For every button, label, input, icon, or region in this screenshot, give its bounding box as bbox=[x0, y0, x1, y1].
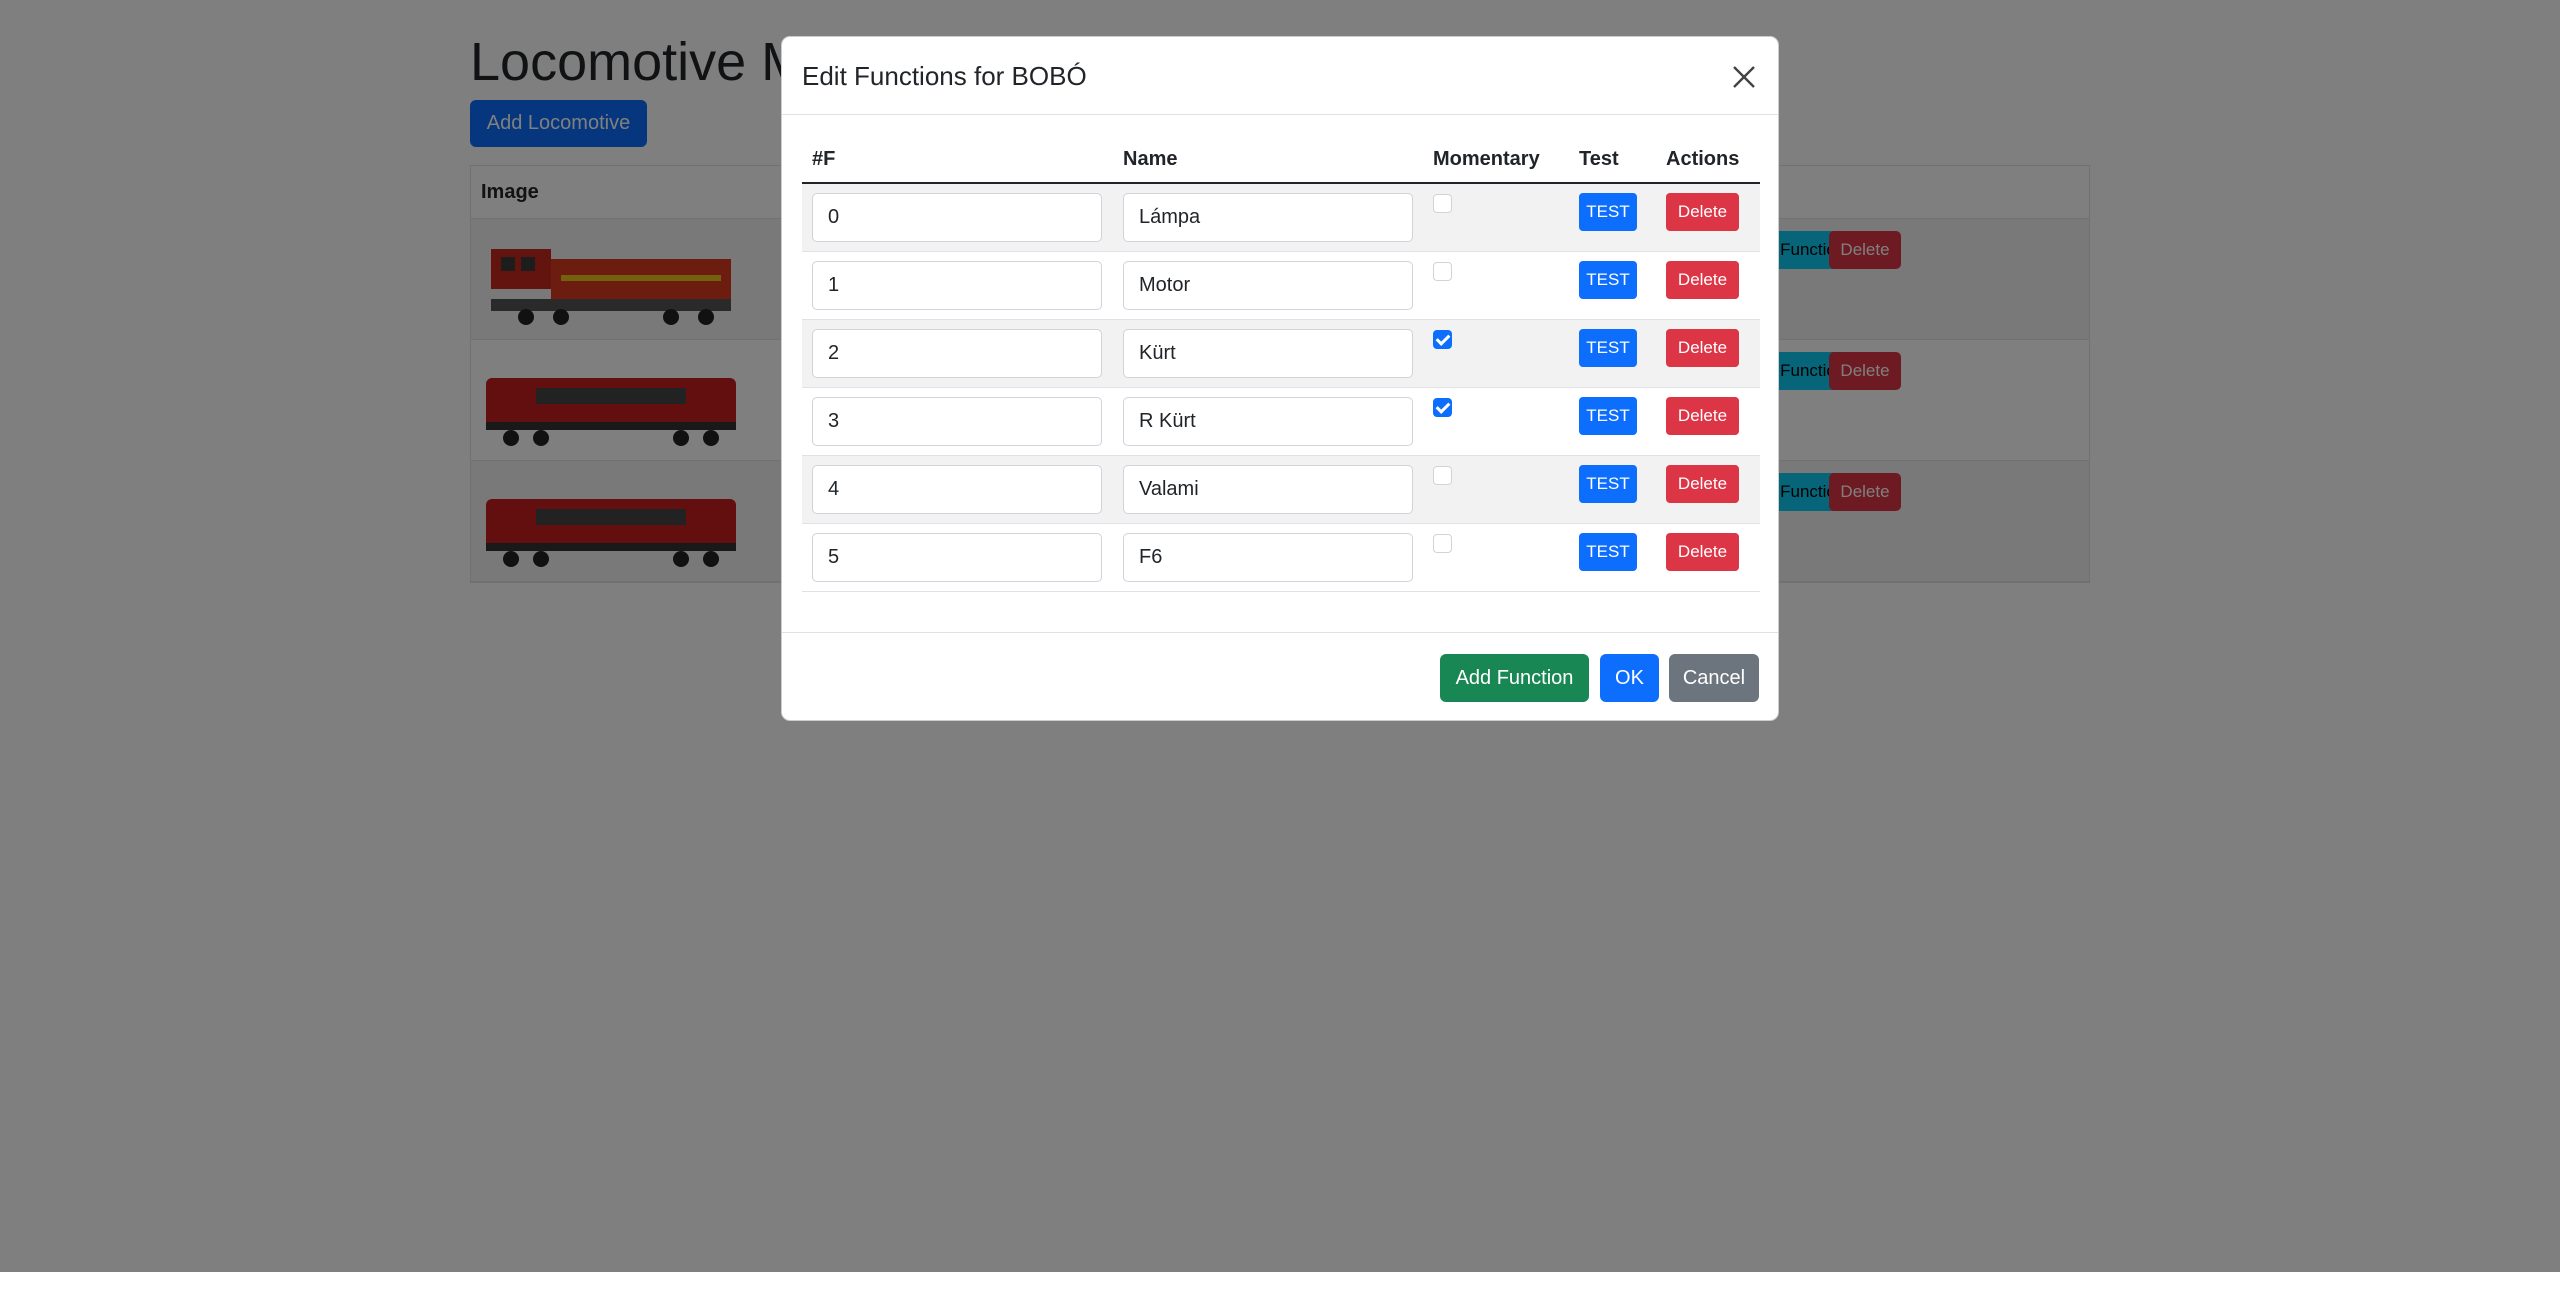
function-number-input[interactable] bbox=[812, 260, 1102, 310]
function-number-cell bbox=[802, 319, 1113, 388]
test-button[interactable]: TEST bbox=[1579, 261, 1637, 299]
function-name-cell bbox=[1113, 183, 1423, 252]
test-button[interactable]: TEST bbox=[1579, 397, 1637, 435]
column-header-test: Test bbox=[1569, 137, 1656, 184]
function-momentary-cell bbox=[1423, 319, 1569, 388]
function-name-input[interactable] bbox=[1123, 532, 1413, 582]
function-name-cell bbox=[1113, 319, 1423, 388]
function-name-cell bbox=[1113, 387, 1423, 456]
momentary-checkbox[interactable] bbox=[1433, 330, 1452, 349]
functions-table-body: TEST Delete TEST Delete TEST Delete TEST Delete… bbox=[802, 183, 1760, 592]
function-test-cell: TEST bbox=[1569, 455, 1656, 524]
momentary-checkbox[interactable] bbox=[1433, 466, 1452, 485]
function-actions-cell: Delete bbox=[1656, 523, 1760, 592]
cancel-button[interactable]: Cancel bbox=[1669, 654, 1759, 702]
function-actions-cell: Delete bbox=[1656, 251, 1760, 320]
delete-function-button[interactable]: Delete bbox=[1666, 261, 1739, 299]
column-header-momentary: Momentary bbox=[1423, 137, 1569, 184]
function-row: TEST Delete bbox=[802, 387, 1760, 456]
edit-functions-modal: Edit Functions for BOBÓ #F Name Momentar… bbox=[781, 36, 1779, 721]
modal-body: #F Name Momentary Test Actions TEST Delet… bbox=[802, 115, 1760, 592]
momentary-checkbox[interactable] bbox=[1433, 534, 1452, 553]
function-test-cell: TEST bbox=[1569, 319, 1656, 388]
function-number-cell bbox=[802, 251, 1113, 320]
function-momentary-cell bbox=[1423, 183, 1569, 252]
function-name-input[interactable] bbox=[1123, 192, 1413, 242]
function-test-cell: TEST bbox=[1569, 387, 1656, 456]
function-number-cell bbox=[802, 387, 1113, 456]
function-number-input[interactable] bbox=[812, 192, 1102, 242]
test-button[interactable]: TEST bbox=[1579, 329, 1637, 367]
function-actions-cell: Delete bbox=[1656, 455, 1760, 524]
functions-table: #F Name Momentary Test Actions TEST Delet… bbox=[802, 137, 1760, 592]
function-row: TEST Delete bbox=[802, 455, 1760, 524]
function-name-input[interactable] bbox=[1123, 328, 1413, 378]
function-name-cell bbox=[1113, 455, 1423, 524]
function-number-input[interactable] bbox=[812, 396, 1102, 446]
function-name-input[interactable] bbox=[1123, 464, 1413, 514]
function-test-cell: TEST bbox=[1569, 251, 1656, 320]
function-name-input[interactable] bbox=[1123, 396, 1413, 446]
modal-header: Edit Functions for BOBÓ bbox=[782, 37, 1778, 115]
test-button[interactable]: TEST bbox=[1579, 193, 1637, 232]
function-name-cell bbox=[1113, 523, 1423, 592]
function-number-input[interactable] bbox=[812, 328, 1102, 378]
column-header-actions: Actions bbox=[1656, 137, 1760, 184]
function-actions-cell: Delete bbox=[1656, 183, 1760, 252]
function-row: TEST Delete bbox=[802, 183, 1760, 252]
column-header-f: #F bbox=[802, 137, 1113, 184]
function-number-cell bbox=[802, 523, 1113, 592]
modal-footer: Add Function OK Cancel bbox=[782, 632, 1778, 722]
function-actions-cell: Delete bbox=[1656, 387, 1760, 456]
add-function-button[interactable]: Add Function bbox=[1440, 654, 1589, 702]
delete-function-button[interactable]: Delete bbox=[1666, 397, 1739, 435]
function-test-cell: TEST bbox=[1569, 183, 1656, 252]
function-actions-cell: Delete bbox=[1656, 319, 1760, 388]
function-row: TEST Delete bbox=[802, 523, 1760, 592]
function-number-input[interactable] bbox=[812, 532, 1102, 582]
function-test-cell: TEST bbox=[1569, 523, 1656, 592]
close-icon bbox=[1733, 66, 1755, 88]
function-momentary-cell bbox=[1423, 523, 1569, 592]
test-button[interactable]: TEST bbox=[1579, 465, 1637, 503]
ok-button[interactable]: OK bbox=[1600, 654, 1659, 702]
function-momentary-cell bbox=[1423, 455, 1569, 524]
function-row: TEST Delete bbox=[802, 319, 1760, 388]
function-row: TEST Delete bbox=[802, 251, 1760, 320]
delete-function-button[interactable]: Delete bbox=[1666, 533, 1739, 571]
momentary-checkbox[interactable] bbox=[1433, 262, 1452, 281]
function-momentary-cell bbox=[1423, 251, 1569, 320]
column-header-name: Name bbox=[1113, 137, 1423, 184]
function-number-cell bbox=[802, 455, 1113, 524]
close-button[interactable] bbox=[1728, 61, 1760, 93]
test-button[interactable]: TEST bbox=[1579, 533, 1637, 571]
momentary-checkbox[interactable] bbox=[1433, 398, 1452, 417]
momentary-checkbox[interactable] bbox=[1433, 194, 1452, 214]
function-name-cell bbox=[1113, 251, 1423, 320]
delete-function-button[interactable]: Delete bbox=[1666, 329, 1739, 367]
delete-function-button[interactable]: Delete bbox=[1666, 193, 1739, 232]
modal-title: Edit Functions for BOBÓ bbox=[802, 61, 1087, 91]
function-number-cell bbox=[802, 183, 1113, 252]
function-name-input[interactable] bbox=[1123, 260, 1413, 310]
delete-function-button[interactable]: Delete bbox=[1666, 465, 1739, 503]
function-momentary-cell bbox=[1423, 387, 1569, 456]
function-number-input[interactable] bbox=[812, 464, 1102, 514]
